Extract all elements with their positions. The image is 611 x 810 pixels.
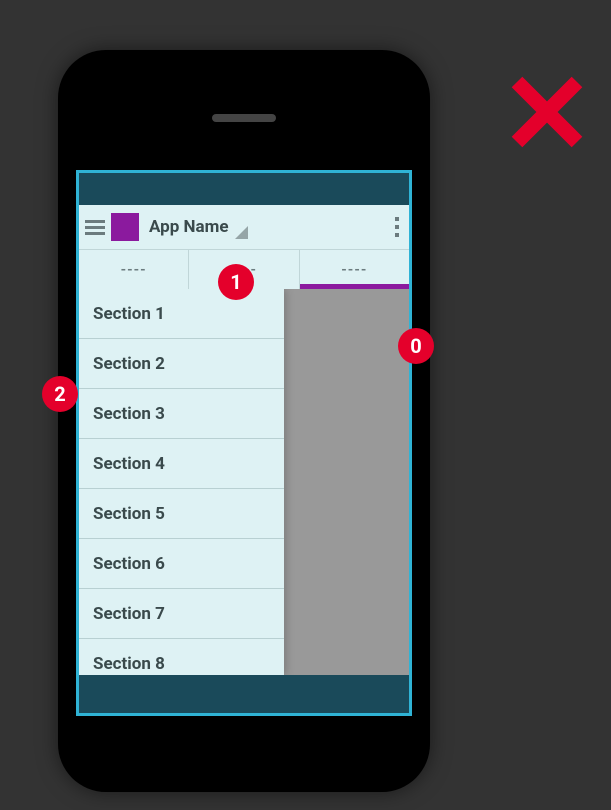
drawer-item-2[interactable]: Section 2 [79, 339, 284, 389]
tab-label: ---- [341, 262, 367, 278]
drawer-item-label: Section 6 [93, 554, 165, 574]
drawer-item-label: Section 3 [93, 404, 165, 424]
incorrect-x-icon [507, 72, 587, 152]
drawer-item-label: Section 8 [93, 654, 165, 674]
callout-badge-2: 2 [42, 376, 78, 412]
drawer-item-6[interactable]: Section 6 [79, 539, 284, 589]
drawer-item-label: Section 7 [93, 604, 165, 624]
drawer-item-7[interactable]: Section 7 [79, 589, 284, 639]
callout-badge-1: 1 [218, 264, 254, 300]
drawer-item-5[interactable]: Section 5 [79, 489, 284, 539]
system-nav-bar [79, 675, 409, 713]
phone-screen: App Name ---- ---- ---- Section 1 [76, 170, 412, 716]
status-bar [79, 173, 409, 205]
drawer-item-3[interactable]: Section 3 [79, 389, 284, 439]
app-name-label[interactable]: App Name [149, 217, 229, 237]
drawer-item-label: Section 5 [93, 504, 165, 524]
drawer-item-label: Section 1 [93, 304, 165, 324]
spinner-dropdown-icon[interactable] [235, 226, 248, 239]
drawer-item-1[interactable]: Section 1 [79, 289, 284, 339]
tab-1[interactable]: ---- [79, 250, 189, 289]
tab-label: ---- [121, 262, 147, 278]
drawer-item-8[interactable]: Section 8 [79, 639, 284, 675]
phone-device: App Name ---- ---- ---- Section 1 [58, 50, 430, 792]
drawer-item-label: Section 2 [93, 354, 165, 374]
navigation-drawer: Section 1 Section 2 Section 3 Section 4 … [79, 289, 284, 675]
action-bar: App Name [79, 205, 409, 249]
content-area: Section 1 Section 2 Section 3 Section 4 … [79, 289, 409, 675]
overflow-menu-icon[interactable] [395, 217, 399, 237]
phone-speaker [212, 114, 276, 122]
drawer-item-label: Section 4 [93, 454, 165, 474]
callout-badge-0: 0 [398, 328, 434, 364]
drawer-item-4[interactable]: Section 4 [79, 439, 284, 489]
tab-3[interactable]: ---- [300, 250, 409, 289]
app-icon[interactable] [111, 213, 139, 241]
hamburger-icon[interactable] [85, 220, 105, 235]
